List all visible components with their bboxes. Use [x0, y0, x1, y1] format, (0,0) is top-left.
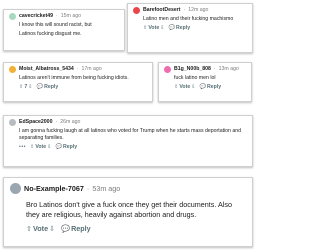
separator-dot: · — [86, 183, 90, 193]
downvote-icon[interactable]: ⇩ — [28, 84, 32, 91]
comment-body: Bro Latinos don't give a fuck once they … — [26, 200, 246, 219]
vote-label: Vote — [33, 224, 49, 234]
separator-dot: · — [76, 66, 79, 72]
reply-button[interactable]: 💬 Reply — [61, 224, 91, 234]
comment-card: BarefootDesert · 12m ago Latino men and … — [127, 3, 253, 53]
comment-card: B1g_N00b_808 · 13m ago fuck latino men l… — [158, 62, 252, 102]
upvote-icon[interactable]: ⇧ — [26, 224, 32, 234]
avatar[interactable] — [164, 66, 171, 73]
comment-body: I know this will sound racist, but Latin… — [19, 22, 119, 38]
reply-icon: 💬 — [199, 84, 207, 91]
upvote-icon[interactable]: ⇧ — [30, 144, 34, 151]
separator-dot: · — [183, 7, 186, 13]
comment-header: cavecricket49 · 15m ago — [9, 13, 119, 20]
comment-header: EdSpace2000 · 26m ago — [9, 119, 247, 126]
reply-icon: 💬 — [36, 84, 44, 91]
avatar[interactable] — [9, 66, 16, 73]
downvote-icon[interactable]: ⇩ — [191, 84, 195, 91]
reply-icon: 💬 — [61, 224, 71, 234]
comment-body: I am gonna fucking laugh at all latinos … — [19, 128, 247, 142]
comment-body: Latino men and their fucking machismo — [143, 16, 247, 23]
downvote-icon[interactable]: ⇩ — [49, 224, 55, 234]
vote-count: 7 — [24, 84, 28, 91]
vote-group: ⇧ 7 ⇩ — [19, 84, 33, 91]
username[interactable]: B1g_N00b_808 — [174, 66, 211, 73]
reply-button[interactable]: 💬 Reply — [56, 144, 78, 151]
comment-card: Moist_Albatross_5434 · 17m ago Latinos a… — [3, 62, 153, 102]
comment-card: EdSpace2000 · 26m ago I am gonna fucking… — [3, 115, 253, 167]
reply-button[interactable]: 💬 Reply — [200, 84, 222, 91]
vote-label: Vote — [35, 144, 47, 151]
username[interactable]: EdSpace2000 — [19, 119, 52, 126]
comment-actions: ⇧ 7 ⇩ 💬 Reply — [19, 84, 147, 91]
vote-label: Vote — [148, 25, 160, 32]
comment-header: BarefootDesert · 12m ago — [133, 7, 247, 14]
upvote-icon[interactable]: ⇧ — [174, 84, 178, 91]
comment-body: fuck latino men lol — [174, 75, 246, 82]
vote-label: Vote — [179, 84, 191, 91]
timestamp: 13m ago — [218, 66, 239, 72]
comment-card: cavecricket49 · 15m ago I know this will… — [3, 9, 125, 51]
avatar[interactable] — [9, 119, 16, 126]
comment-actions: ⇧ Vote ⇩ 💬 Reply — [143, 25, 247, 32]
timestamp: 53m ago — [92, 183, 121, 193]
username[interactable]: cavecricket49 — [19, 13, 53, 20]
separator-dot: · — [213, 66, 216, 72]
comment-body: Latinos aren't immune from being fucking… — [19, 75, 147, 82]
comment-text: I know this will sound racist, but — [19, 22, 92, 29]
timestamp: 12m ago — [188, 7, 209, 13]
comment-text: Latinos aren't immune from being fucking… — [19, 75, 129, 82]
downvote-icon[interactable]: ⇩ — [47, 144, 51, 151]
more-options-icon[interactable]: ••• — [19, 144, 26, 151]
avatar[interactable] — [133, 7, 140, 14]
comment-header: B1g_N00b_808 · 13m ago — [164, 66, 246, 73]
comment-card: No-Example-7067 · 53m ago Bro Latinos do… — [3, 177, 253, 247]
comment-header: No-Example-7067 · 53m ago — [10, 183, 246, 194]
username[interactable]: No-Example-7067 — [24, 184, 84, 194]
timestamp: 17m ago — [81, 66, 102, 72]
reply-label: Reply — [71, 224, 91, 234]
comment-text: fuck latino men lol — [174, 75, 216, 82]
vote-group: ⇧ Vote ⇩ — [174, 84, 196, 91]
reply-label: Reply — [44, 84, 59, 91]
separator-dot: · — [55, 119, 58, 125]
downvote-icon[interactable]: ⇩ — [160, 25, 164, 32]
avatar[interactable] — [9, 13, 16, 20]
username[interactable]: Moist_Albatross_5434 — [19, 66, 74, 73]
avatar[interactable] — [10, 183, 21, 194]
comment-actions: ⇧ Vote ⇩ 💬 Reply — [174, 84, 246, 91]
comment-actions: ⇧ Vote ⇩ 💬 Reply — [26, 224, 246, 234]
username[interactable]: BarefootDesert — [143, 7, 180, 14]
separator-dot: · — [56, 13, 58, 19]
reply-button[interactable]: 💬 Reply — [169, 25, 191, 32]
reply-icon: 💬 — [55, 144, 62, 151]
vote-group: ⇧ Vote ⇩ — [26, 224, 55, 234]
comment-text: Latinos fucking disgust me. — [19, 31, 82, 38]
reply-button[interactable]: 💬 Reply — [37, 84, 59, 91]
comment-text: Latino men and their fucking machismo — [143, 16, 234, 23]
upvote-icon[interactable]: ⇧ — [143, 25, 147, 32]
comment-actions: ••• ⇧ Vote ⇩ 💬 Reply — [19, 144, 247, 151]
comment-text: I am gonna fucking laugh at all latinos … — [19, 128, 242, 142]
timestamp: 15m ago — [60, 13, 81, 19]
timestamp: 26m ago — [60, 119, 81, 125]
reply-icon: 💬 — [168, 25, 176, 32]
comment-text: Bro Latinos don't give a fuck once they … — [26, 200, 232, 219]
reply-label: Reply — [176, 25, 191, 32]
vote-group: ⇧ Vote ⇩ — [30, 144, 52, 151]
reply-label: Reply — [63, 144, 78, 151]
reply-label: Reply — [207, 84, 222, 91]
upvote-icon[interactable]: ⇧ — [19, 84, 23, 91]
comment-header: Moist_Albatross_5434 · 17m ago — [9, 66, 147, 73]
vote-group: ⇧ Vote ⇩ — [143, 25, 165, 32]
